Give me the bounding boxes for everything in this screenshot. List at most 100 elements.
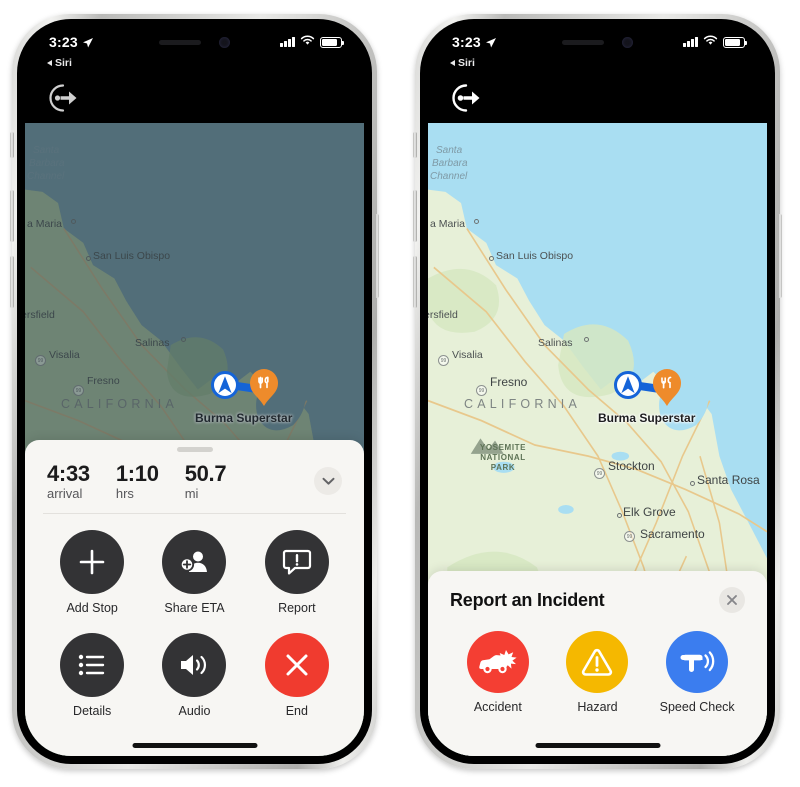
screen-right: 3:23 Siri Santa Barbara Channel a Maria … [428, 27, 767, 756]
eta-arrival: 4:33 arrival [47, 462, 90, 501]
map-label-elk-grove: Elk Grove [623, 505, 676, 519]
map-city-dot [181, 337, 186, 342]
action-label: End [285, 704, 308, 718]
map-label-santa-maria: a Maria [430, 218, 466, 230]
eta-row: 4:33 arrival 1:10 hrs 50.7 mi [25, 452, 364, 513]
signal-bars-icon [683, 37, 698, 47]
incident-circle [666, 631, 729, 693]
map-highway-shield: 99 [476, 385, 487, 396]
phone-left: 3:23 Siri Santa Barbara Channel a Maria … [10, 14, 379, 769]
home-indicator[interactable] [132, 743, 257, 748]
action-audio[interactable]: Audio [143, 633, 245, 718]
map-city-dot [489, 256, 494, 261]
back-caret-icon [47, 60, 52, 66]
action-label: Share ETA [164, 601, 225, 615]
incident-label: Hazard [577, 700, 618, 714]
speaker-wave-icon [181, 655, 207, 675]
destination-pin[interactable] [652, 369, 682, 407]
silence-switch[interactable] [10, 132, 14, 158]
map-label-sea2: Barbara [432, 158, 468, 169]
map-label-sacramento: Sacramento [640, 527, 705, 541]
map-highway-shield: 99 [624, 531, 635, 542]
map-highway-shield: 99 [438, 355, 449, 366]
power-button[interactable] [375, 214, 379, 298]
action-circle [162, 633, 227, 697]
incident-label: Speed Check [659, 700, 735, 714]
eta-duration: 1:10 hrs [116, 462, 159, 501]
map-label-san-luis-obispo: San Luis Obispo [93, 250, 171, 262]
x-mark-icon [286, 654, 308, 676]
volume-up-button[interactable] [10, 190, 14, 242]
map-city-dot [474, 219, 479, 224]
volume-up-button[interactable] [413, 190, 417, 242]
map-city-dot [690, 481, 695, 486]
action-share-eta[interactable]: Share ETA [143, 530, 245, 615]
volume-down-button[interactable] [10, 256, 14, 308]
battery-icon [320, 36, 344, 48]
list-icon [78, 654, 105, 676]
status-time: 3:23 [49, 34, 78, 50]
map-label-bakersfield: ersfield [25, 309, 55, 321]
siri-back-button[interactable]: Siri [450, 57, 475, 69]
status-bar-right-group [683, 33, 747, 51]
incident-label: Accident [473, 700, 522, 714]
sheet-bottom-pad [428, 714, 767, 756]
map-label-visalia: Visalia [452, 349, 483, 361]
notch [519, 27, 676, 57]
map-label-santa-rosa: Santa Rosa [697, 473, 760, 487]
signal-bars-icon [280, 37, 295, 47]
action-add-stop[interactable]: Add Stop [41, 530, 143, 615]
earpiece-speaker [159, 39, 201, 45]
map-label-salinas: Salinas [135, 337, 170, 349]
chevron-down-icon [322, 477, 334, 485]
eta-arrival-label: arrival [47, 486, 83, 501]
phone-bezel-left: 3:23 Siri Santa Barbara Channel a Maria … [17, 19, 372, 764]
action-end[interactable]: End [246, 633, 348, 718]
action-label: Add Stop [66, 601, 118, 615]
action-details[interactable]: Details [41, 633, 143, 718]
notch [116, 27, 273, 57]
front-camera [622, 36, 633, 48]
sheet-bottom-pad [25, 722, 364, 756]
collapse-sheet-button[interactable] [314, 467, 342, 496]
wifi-icon [703, 33, 718, 51]
close-sheet-button[interactable] [719, 587, 745, 613]
exit-carplay-icon[interactable] [43, 79, 81, 117]
incident-hazard[interactable]: Hazard [548, 631, 648, 714]
share-eta-icon [180, 551, 208, 572]
map-label-sea: Santa [33, 145, 60, 156]
warning-triangle-icon [582, 648, 613, 676]
navigation-arrow-icon [82, 36, 94, 48]
map-label-sea2: Barbara [29, 158, 65, 169]
map-city-dot [617, 513, 622, 518]
map-label-santa-maria: a Maria [27, 218, 63, 230]
siri-back-button[interactable]: Siri [47, 57, 72, 69]
exit-carplay-icon[interactable] [446, 79, 484, 117]
map-city-dot [86, 256, 91, 261]
destination-pin[interactable] [249, 369, 279, 407]
plus-icon [79, 549, 105, 575]
eta-distance: 50.7 mi [185, 462, 227, 501]
incident-speed-check[interactable]: Speed Check [647, 631, 747, 714]
sheet-title: Report an Incident [450, 589, 605, 610]
home-indicator[interactable] [535, 743, 660, 748]
screenshot-stage: 3:23 Siri Santa Barbara Channel a Maria … [0, 0, 800, 787]
map-destination-label: Burma Superstar [598, 411, 696, 425]
action-circle [60, 530, 125, 594]
volume-down-button[interactable] [413, 256, 417, 308]
incident-grid: Accident Hazard Speed Check [428, 615, 767, 714]
map-label-salinas: Salinas [538, 337, 573, 349]
silence-switch[interactable] [413, 132, 417, 158]
user-location-puck [211, 371, 239, 399]
phone-right: 3:23 Siri Santa Barbara Channel a Maria … [413, 14, 782, 769]
eta-arrival-value: 4:33 [47, 460, 90, 486]
power-button[interactable] [778, 214, 782, 298]
navigation-arrow-icon [485, 36, 497, 48]
action-report[interactable]: Report [246, 530, 348, 615]
incident-accident[interactable]: Accident [448, 631, 548, 714]
status-time: 3:23 [452, 34, 481, 50]
map-label-san-luis-obispo: San Luis Obispo [496, 250, 574, 262]
map-label-sea: Santa [436, 145, 463, 156]
action-label: Report [278, 601, 316, 615]
screen-left: 3:23 Siri Santa Barbara Channel a Maria … [25, 27, 364, 756]
